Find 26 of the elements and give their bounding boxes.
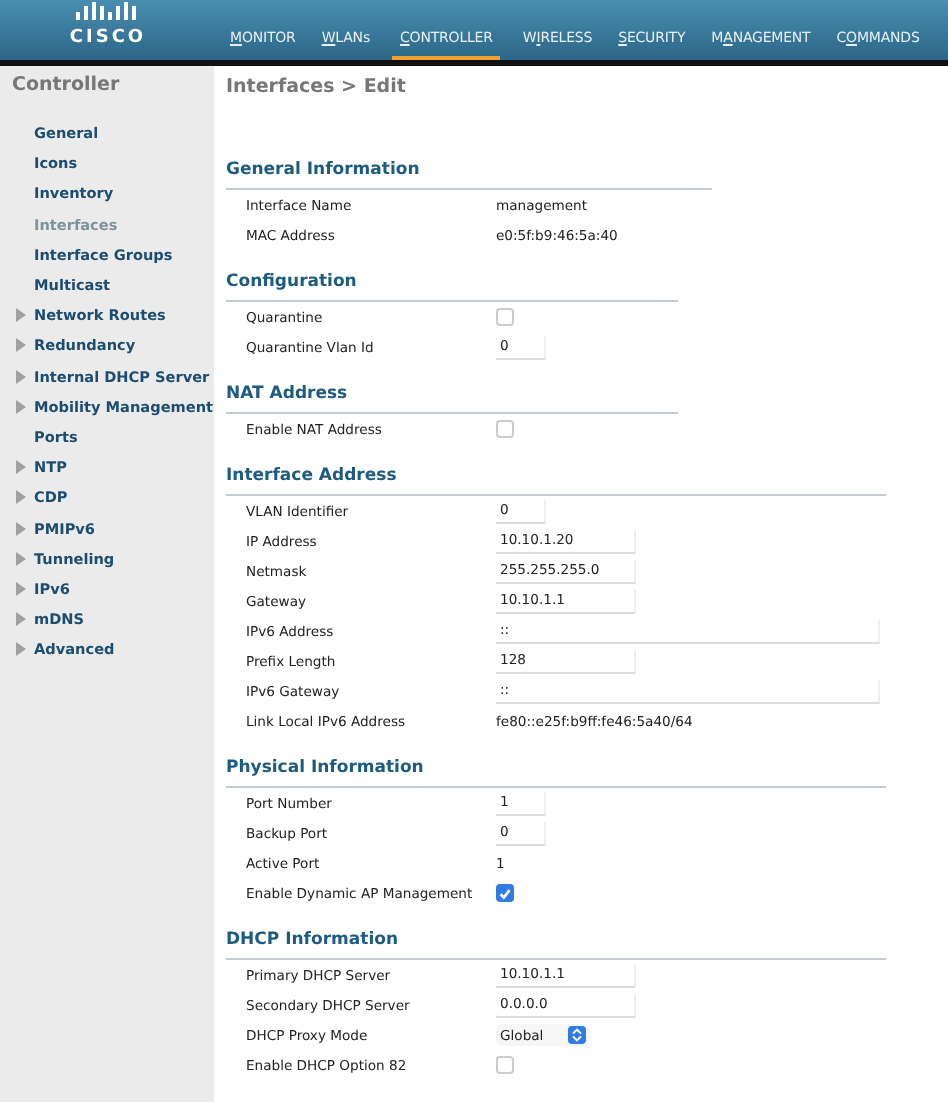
dropdown-arrows-icon xyxy=(567,1026,586,1044)
expand-arrow-icon[interactable] xyxy=(16,308,26,323)
section-heading: NAT Address xyxy=(226,380,678,414)
expand-arrow-icon[interactable] xyxy=(16,581,26,596)
expand-arrow-icon[interactable] xyxy=(16,490,26,505)
section-heading: Interface Address xyxy=(226,462,886,496)
section-heading: General Information xyxy=(226,156,712,190)
checkbox[interactable] xyxy=(496,884,514,902)
checkbox[interactable] xyxy=(496,308,514,326)
section-heading: Physical Information xyxy=(226,754,886,788)
section-heading: DHCP Information xyxy=(226,926,886,960)
logo-text: CISCO xyxy=(69,28,147,48)
expand-arrow-icon[interactable] xyxy=(16,369,26,384)
sidebar-title: Controller xyxy=(12,74,122,98)
expand-arrow-icon[interactable] xyxy=(16,460,26,475)
expand-arrow-icon[interactable] xyxy=(16,521,26,536)
expand-arrow-icon[interactable] xyxy=(16,612,26,627)
expand-arrow-icon[interactable] xyxy=(16,642,26,657)
checkbox[interactable] xyxy=(496,1056,514,1074)
logo-bars-icon xyxy=(76,2,140,26)
page-title: Interfaces > Edit xyxy=(226,74,408,102)
expand-arrow-icon[interactable] xyxy=(16,338,26,353)
expand-arrow-icon[interactable] xyxy=(16,399,26,414)
section-heading: Configuration xyxy=(226,268,678,302)
checkbox[interactable] xyxy=(496,420,514,438)
expand-arrow-icon[interactable] xyxy=(16,551,26,566)
